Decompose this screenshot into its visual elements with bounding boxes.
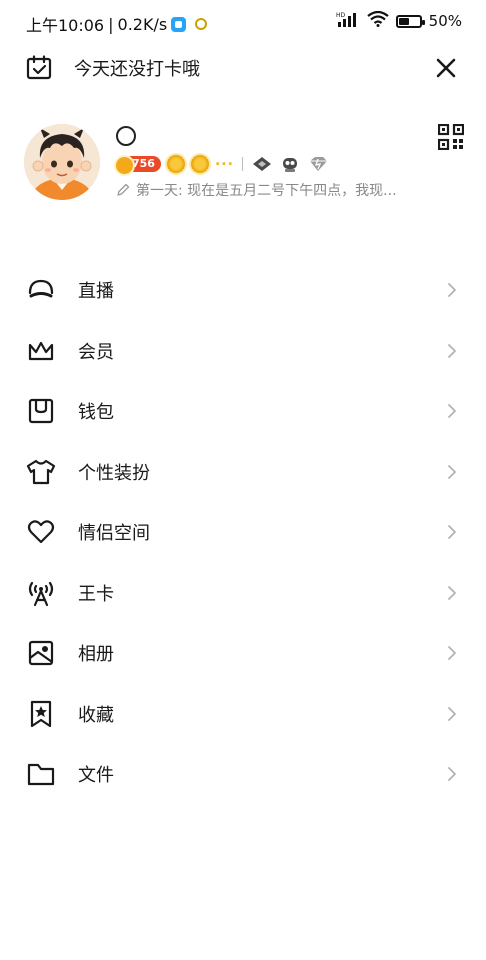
- tshirt-icon: [26, 457, 56, 487]
- level-badge[interactable]: 756: [114, 155, 161, 176]
- pencil-icon: [117, 183, 130, 196]
- menu-label-files: 文件: [78, 765, 114, 787]
- more-badges: ...: [214, 153, 234, 169]
- status-right: HD 50%: [336, 10, 462, 31]
- close-button[interactable]: [430, 52, 462, 84]
- chevron-right-icon: [448, 404, 456, 419]
- menu-label-favorites: 收藏: [78, 704, 114, 726]
- menu-item-live[interactable]: 直播: [0, 260, 486, 321]
- crown-icon: [26, 336, 56, 366]
- signature-text: 第一天: 现在是五月二号下午四点，我现...: [136, 183, 397, 199]
- app-notification-icon-2: [195, 18, 208, 30]
- menu-label-album: 相册: [78, 644, 114, 666]
- folder-icon: [26, 759, 56, 789]
- sun-icon: [166, 155, 185, 173]
- chevron-right-icon: [448, 585, 456, 600]
- signature[interactable]: 第一天: 现在是五月二号下午四点，我现...: [116, 180, 464, 200]
- menu-label-king-card: 王卡: [78, 583, 114, 605]
- menu-label-wallet: 钱包: [78, 402, 114, 424]
- chevron-right-icon: [448, 646, 456, 661]
- sun-icon-2: [190, 155, 209, 173]
- avatar[interactable]: [24, 124, 100, 200]
- nickname-emoji[interactable]: [116, 126, 136, 146]
- checkin-row[interactable]: 今天还没打卡哦: [26, 52, 462, 84]
- menu-item-king-card[interactable]: 王卡: [0, 563, 486, 624]
- menu-label-vip: 会员: [78, 341, 114, 363]
- wallet-icon: [26, 396, 56, 426]
- signal-icon: HD: [336, 11, 360, 31]
- profile-section[interactable]: 756 ... 第一天: 现在是五月二号下午四点，我现...: [24, 123, 465, 204]
- menu-label-themes: 个性装扮: [78, 462, 150, 484]
- network-speed: 0.2K/s: [117, 14, 168, 34]
- chevron-right-icon: [448, 464, 456, 479]
- status-separator: |: [108, 14, 114, 34]
- chevron-right-icon: [448, 283, 456, 298]
- menu-item-vip[interactable]: 会员: [0, 321, 486, 382]
- status-time: 上午10:06: [26, 16, 105, 35]
- bookmark-star-icon: [26, 699, 56, 729]
- side-menu: 直播 会员 钱包 个性装扮 情侣空间 王卡 相册 收藏 文件: [0, 260, 486, 805]
- qr-code-icon: [437, 123, 465, 151]
- status-left: 上午10:06 | 0.2K/s: [26, 12, 208, 36]
- battery-level: 50%: [428, 12, 462, 30]
- wifi-icon: [366, 10, 389, 31]
- menu-item-favorites[interactable]: 收藏: [0, 684, 486, 745]
- menu-label-couple-space: 情侣空间: [78, 523, 150, 545]
- gem-icon: [307, 155, 329, 173]
- menu-item-wallet[interactable]: 钱包: [0, 381, 486, 442]
- bird-icon: [251, 155, 273, 173]
- menu-item-files[interactable]: 文件: [0, 744, 486, 805]
- chevron-right-icon: [448, 767, 456, 782]
- badge-row[interactable]: 756 ...: [114, 153, 329, 176]
- badge-separator: [241, 157, 243, 171]
- close-icon: [436, 58, 456, 78]
- qr-code-button[interactable]: [437, 123, 465, 151]
- app-notification-icon: [171, 16, 187, 32]
- status-bar: 上午10:06 | 0.2K/s HD 50%: [0, 0, 486, 44]
- signal-hd-label: HD: [336, 12, 346, 19]
- menu-item-themes[interactable]: 个性装扮: [0, 442, 486, 503]
- calendar-check-icon: [26, 55, 52, 81]
- checkin-text: 今天还没打卡哦: [74, 59, 200, 80]
- signal-tower-icon: [26, 578, 56, 608]
- live-icon: [26, 275, 56, 305]
- robot-icon: [279, 155, 301, 173]
- heart-icon: [26, 517, 56, 547]
- album-icon: [26, 638, 56, 668]
- menu-item-couple-space[interactable]: 情侣空间: [0, 502, 486, 563]
- menu-item-album[interactable]: 相册: [0, 623, 486, 684]
- chevron-right-icon: [448, 525, 456, 540]
- menu-label-live: 直播: [78, 281, 114, 303]
- chevron-right-icon: [448, 343, 456, 358]
- battery-icon: [395, 14, 425, 28]
- chevron-right-icon: [448, 706, 456, 721]
